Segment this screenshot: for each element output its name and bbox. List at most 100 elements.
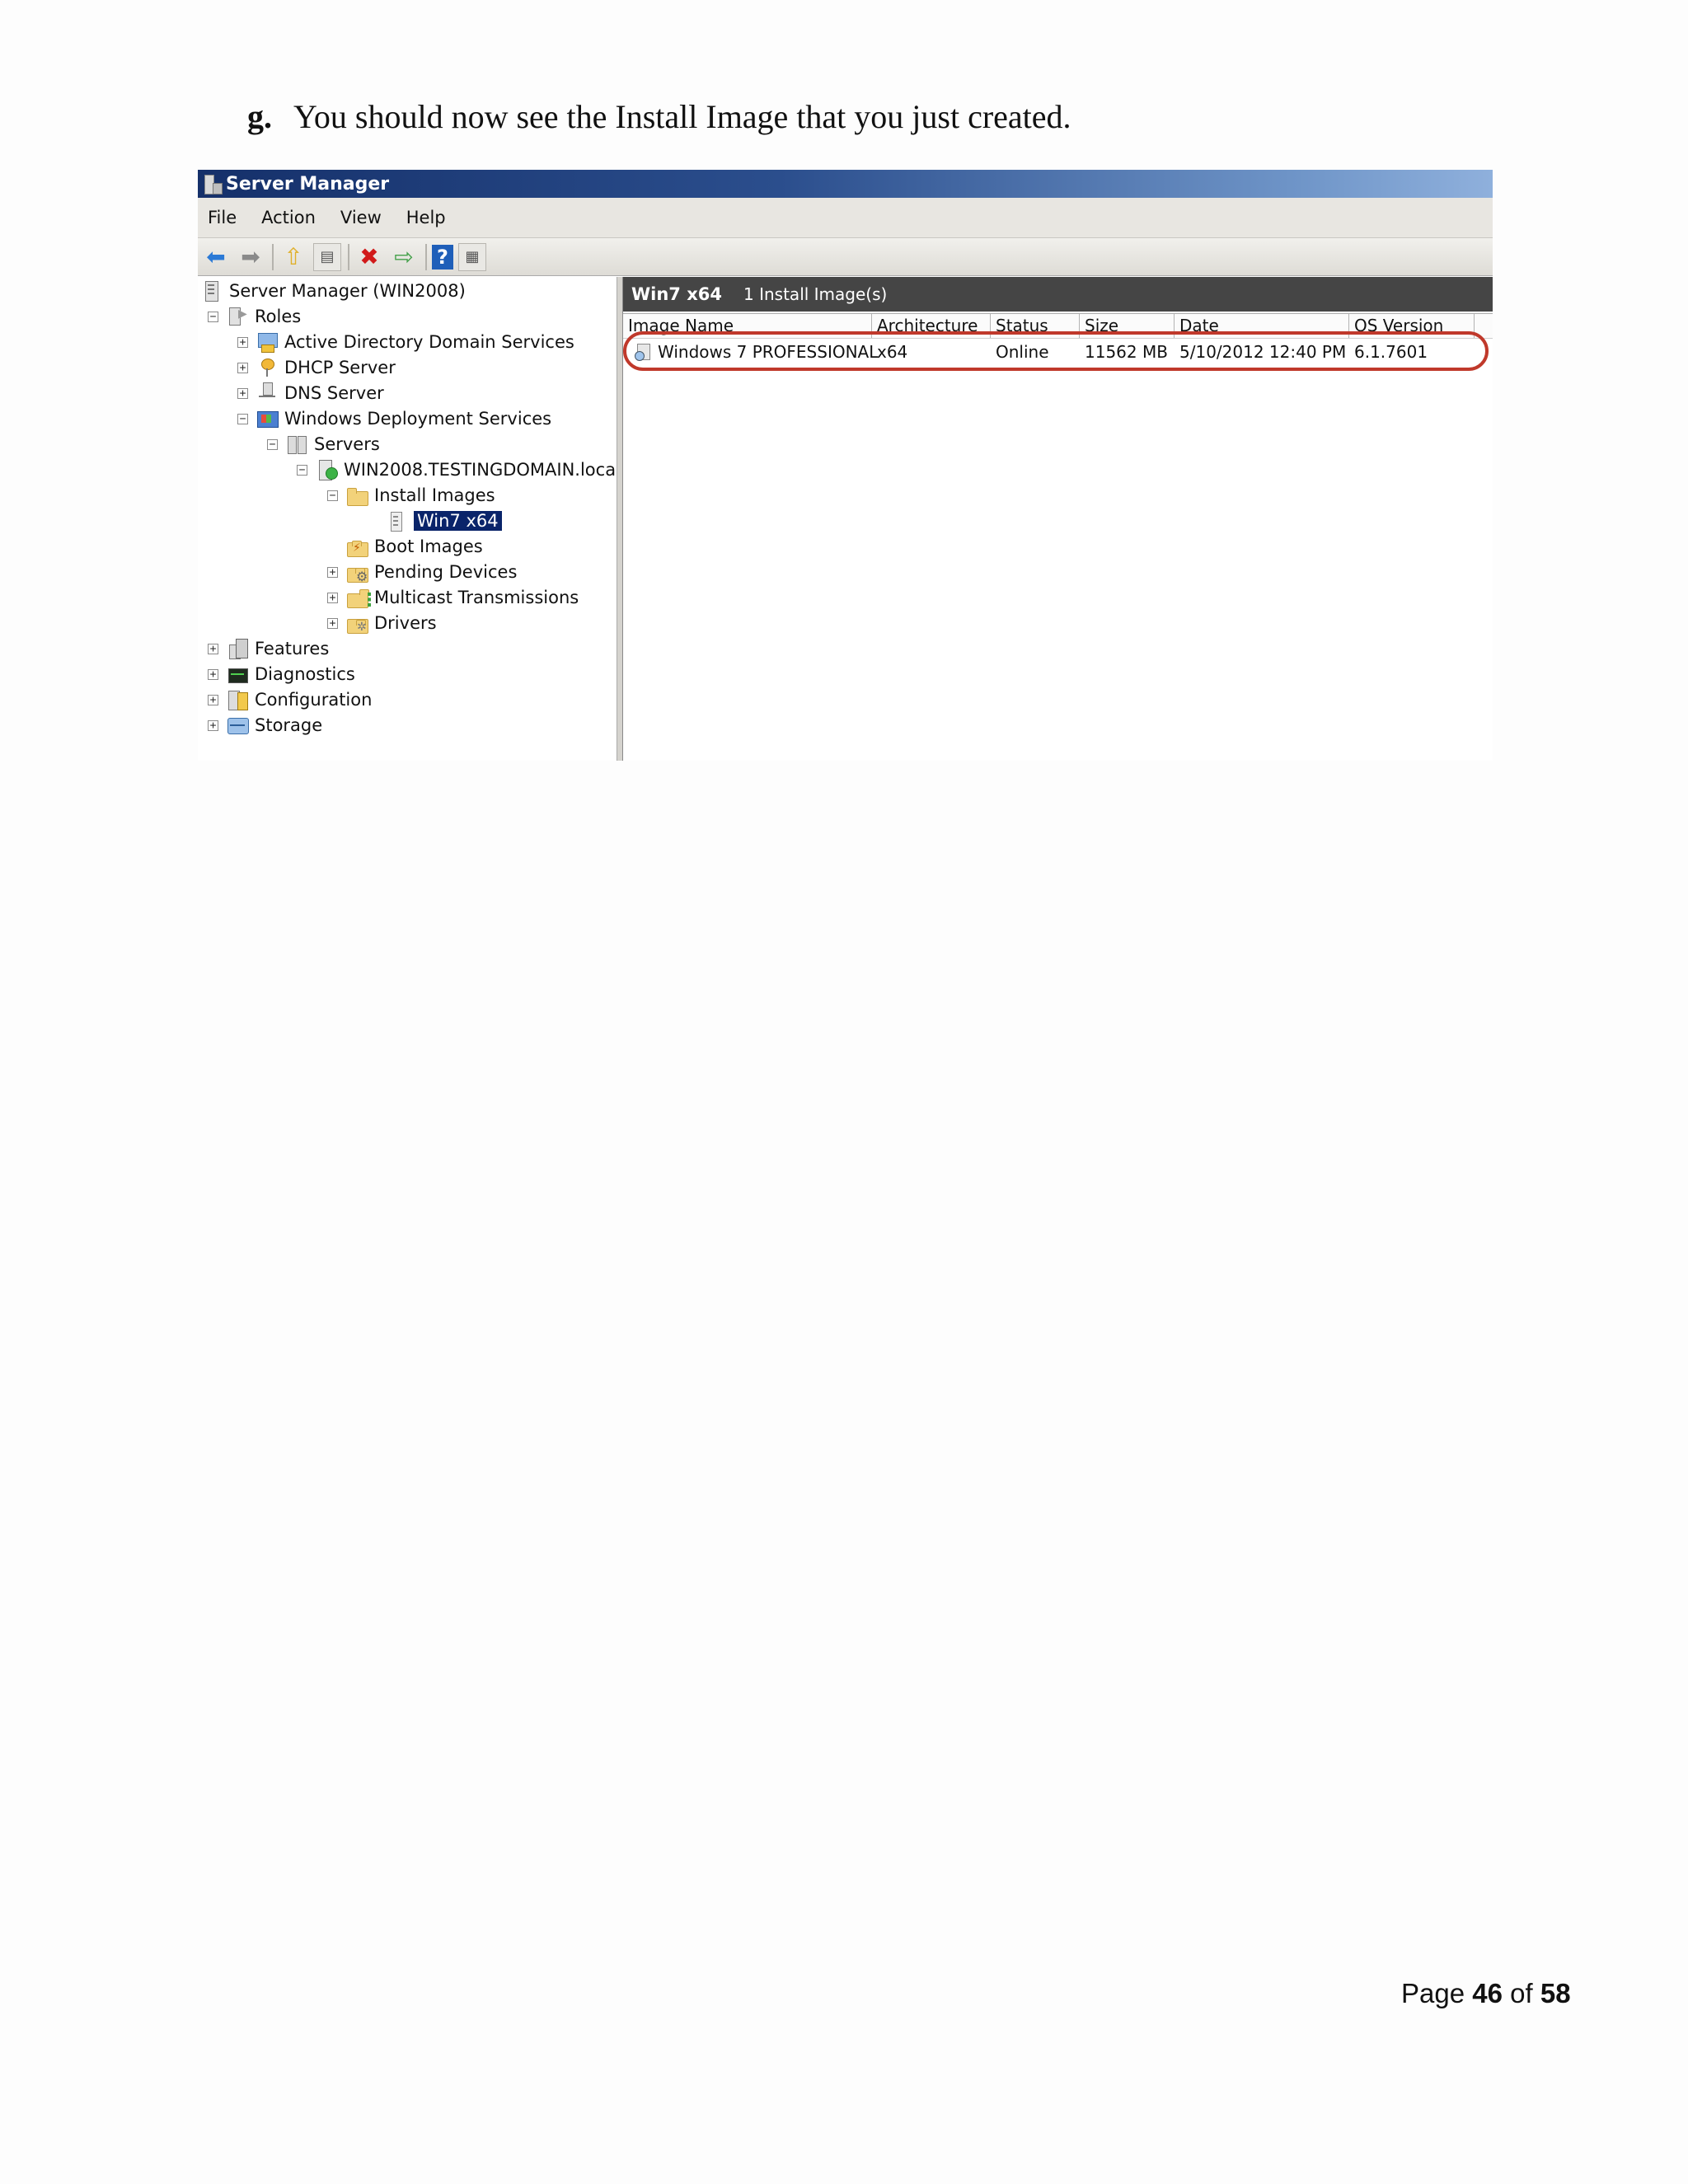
tree-item-servers[interactable]: − Servers (267, 432, 380, 457)
tree-item-roles[interactable]: − Roles (208, 304, 301, 329)
column-status[interactable]: Status (991, 314, 1080, 338)
help-icon[interactable]: ? (432, 244, 453, 269)
column-date[interactable]: Date (1175, 314, 1349, 338)
column-size[interactable]: Size (1080, 314, 1175, 338)
install-image-icon (386, 510, 407, 532)
tree-label: Features (255, 639, 330, 658)
show-hide-tree-icon[interactable]: ▤ (313, 242, 341, 271)
tree-label: Diagnostics (255, 664, 355, 684)
tree-item-dhcp[interactable]: + DHCP Server (237, 355, 396, 380)
tree-label: Configuration (255, 690, 373, 710)
page-number: Page 46 of 58 (1401, 1978, 1571, 2009)
tree-label: Boot Images (374, 537, 483, 556)
page-total: 58 (1540, 1978, 1571, 2008)
menu-help[interactable]: Help (406, 208, 446, 227)
column-os-version[interactable]: OS Version (1349, 314, 1475, 338)
tree-label: WIN2008.TESTINGDOMAIN.local (344, 460, 621, 480)
cell-size: 11562 MB (1085, 342, 1168, 362)
tree-item-diagnostics[interactable]: + Diagnostics (208, 662, 355, 687)
tree-item-server-name[interactable]: − WIN2008.TESTINGDOMAIN.local (297, 457, 621, 482)
cell-status: Online (996, 342, 1049, 362)
details-title: Win7 x64 (631, 284, 723, 304)
tree-item-pending[interactable]: + Pending Devices (327, 560, 517, 584)
instruction-step: g. You should now see the Install Image t… (247, 97, 1071, 136)
column-image-name[interactable]: Image Name (623, 314, 872, 338)
tree-label: Roles (255, 307, 302, 326)
server-manager-window: Server Manager File Action View Help ⬅ ➡… (198, 170, 1493, 761)
expand-icon[interactable]: + (327, 566, 338, 578)
cell-os-version: 6.1.7601 (1354, 342, 1428, 362)
toolbar-separator (348, 243, 349, 270)
cell-architecture: x64 (877, 342, 908, 362)
expand-icon[interactable]: + (327, 592, 338, 603)
tree-item-wds[interactable]: − Windows Deployment Services (237, 406, 551, 431)
dhcp-icon (256, 357, 278, 378)
folder-icon (346, 485, 368, 506)
multicast-icon (346, 587, 369, 608)
properties-icon[interactable]: ▦ (458, 242, 486, 271)
tree-item-configuration[interactable]: + Configuration (208, 687, 372, 712)
step-letter: g. (247, 98, 272, 135)
collapse-icon[interactable]: − (297, 464, 307, 476)
collapse-icon[interactable]: − (237, 413, 248, 424)
configuration-icon (227, 689, 248, 710)
back-arrow-icon[interactable]: ⬅ (201, 242, 231, 272)
menu-view[interactable]: View (340, 208, 382, 227)
dns-icon (256, 382, 278, 404)
tree-item-dns[interactable]: + DNS Server (237, 381, 384, 405)
console-tree: Server Manager (WIN2008) − Roles + Activ… (198, 277, 621, 761)
tree-label: Pending Devices (374, 562, 518, 582)
cell-image-name: Windows 7 PROFESSIONAL (658, 342, 879, 362)
details-pane: Win7 x64 1 Install Image(s) Image Name A… (623, 277, 1493, 761)
tree-item-drivers[interactable]: + Drivers (327, 611, 437, 635)
tree-label: Server Manager (WIN2008) (229, 281, 466, 301)
up-folder-icon[interactable]: ⇧ (279, 242, 308, 272)
expand-icon[interactable]: + (208, 643, 218, 654)
collapse-icon[interactable]: − (267, 438, 278, 450)
tree-item-features[interactable]: + Features (208, 636, 329, 661)
tree-label: Install Images (374, 485, 495, 505)
menu-action[interactable]: Action (261, 208, 316, 227)
delete-icon[interactable]: ✖ (354, 242, 384, 272)
install-image-icon (635, 343, 653, 361)
expand-icon[interactable]: + (208, 719, 218, 731)
collapse-icon[interactable]: − (327, 490, 338, 501)
cell-date: 5/10/2012 12:40 PM (1179, 342, 1347, 362)
tree-item-ad[interactable]: + Active Directory Domain Services (237, 330, 574, 354)
table-row[interactable]: Windows 7 PROFESSIONAL x64 Online 11562 … (623, 340, 1493, 364)
tree-item-win7[interactable]: Win7 x64 (386, 509, 502, 533)
forward-arrow-icon[interactable]: ➡ (236, 242, 265, 272)
menu-file[interactable]: File (208, 208, 237, 227)
tree-item-storage[interactable]: + Storage (208, 713, 322, 738)
pane-splitter[interactable] (617, 277, 623, 761)
tree-label: DHCP Server (284, 358, 396, 377)
column-architecture[interactable]: Architecture (872, 314, 991, 338)
collapse-icon[interactable]: − (208, 311, 218, 322)
expand-icon[interactable]: + (237, 387, 248, 399)
expand-icon[interactable]: + (237, 336, 248, 348)
storage-icon (227, 715, 249, 736)
expand-icon[interactable]: + (208, 668, 218, 680)
tree-label: Multicast Transmissions (374, 588, 579, 607)
tree-item-multicast[interactable]: + Multicast Transmissions (327, 585, 579, 610)
tree-label: Active Directory Domain Services (284, 332, 574, 352)
tree-item-install-images[interactable]: − Install Images (327, 483, 495, 508)
export-icon[interactable]: ⇨ (389, 242, 419, 272)
tree-label: DNS Server (284, 383, 384, 403)
tree-item-root[interactable]: Server Manager (WIN2008) (201, 279, 466, 303)
expand-icon[interactable]: + (327, 617, 338, 629)
expand-icon[interactable]: + (208, 694, 218, 705)
column-headers: Image Name Architecture Status Size Date… (623, 313, 1493, 339)
expand-icon[interactable]: + (237, 362, 248, 373)
page-of: of (1510, 1978, 1533, 2008)
tree-label: Drivers (374, 613, 437, 633)
drivers-icon (346, 612, 368, 634)
deployment-services-icon (256, 408, 279, 429)
tree-item-boot-images[interactable]: Boot Images (327, 534, 483, 559)
pending-devices-icon (346, 561, 368, 583)
boot-folder-icon (346, 536, 368, 557)
details-header: Win7 x64 1 Install Image(s) (623, 277, 1493, 312)
server-manager-icon (201, 280, 223, 302)
toolbar-separator (425, 243, 427, 270)
directory-services-icon (256, 331, 278, 353)
